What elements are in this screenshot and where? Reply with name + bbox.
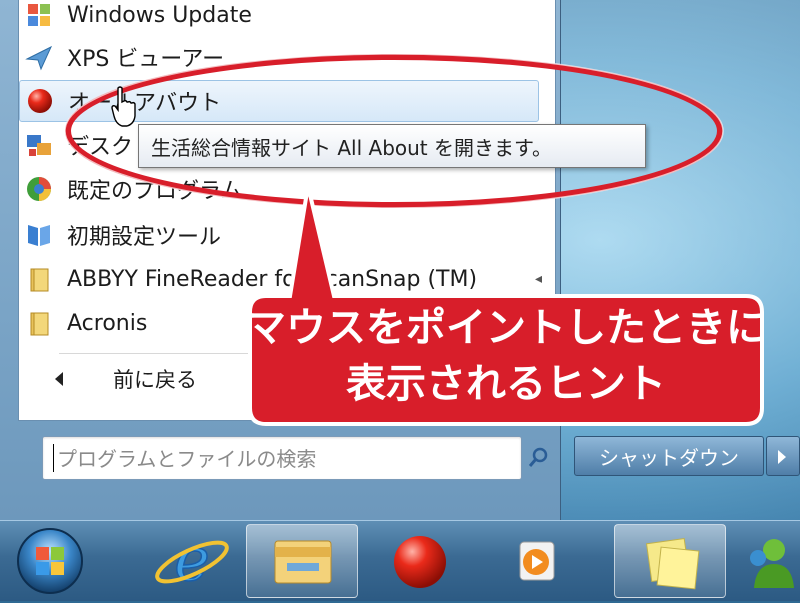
shutdown-label: シャットダウン — [599, 445, 739, 470]
taskbar-item-media-player[interactable] — [480, 524, 592, 598]
media-player-icon — [519, 541, 555, 581]
program-label: Acronis — [67, 310, 148, 336]
back-label: 前に戻る — [113, 368, 197, 392]
taskbar-item-allabout[interactable] — [364, 524, 476, 598]
folder-icon — [25, 265, 53, 293]
tooltip-text: 生活総合情報サイト All About を開きます。 — [151, 135, 552, 160]
messenger-icon — [750, 539, 794, 588]
search-icon[interactable] — [527, 447, 549, 469]
shutdown-button[interactable]: シャットダウン — [574, 436, 764, 476]
callout-line-2: 表示されるヒント — [346, 361, 666, 407]
windows-explorer-icon — [274, 540, 332, 584]
taskbar-item-messenger[interactable] — [734, 524, 800, 598]
tooltip: 生活総合情報サイト All About を開きます。 — [138, 124, 646, 168]
text-caret — [53, 444, 54, 472]
internet-explorer-icon: e — [155, 524, 229, 596]
search-box[interactable] — [42, 436, 548, 480]
shutdown-options-button[interactable] — [766, 436, 800, 476]
desktop-gadget-icon — [25, 131, 53, 159]
sticky-notes-icon — [645, 537, 700, 590]
folder-icon — [25, 309, 53, 337]
back-arrow-icon — [55, 372, 63, 386]
svg-text:e: e — [174, 525, 210, 595]
callout-line-1: マウスをポイントしたときに — [246, 305, 766, 351]
taskbar-item-sticky-notes[interactable] — [614, 524, 726, 598]
xps-viewer-icon — [25, 43, 53, 71]
hand-cursor-icon — [111, 86, 136, 127]
program-label: Windows Update — [67, 2, 252, 28]
search-input[interactable] — [55, 443, 469, 475]
program-item-windows-update[interactable]: Windows Update — [19, 0, 539, 36]
setup-tool-icon — [25, 221, 53, 249]
red-ball-icon — [394, 536, 446, 588]
taskbar-item-ie[interactable]: e — [136, 524, 248, 598]
program-label: 初期設定ツール — [67, 225, 222, 250]
annotation-callout-text: マウスをポイントしたときに 表示されるヒント — [246, 300, 766, 412]
taskbar: e — [0, 520, 800, 601]
red-ball-icon — [26, 87, 54, 115]
taskbar-item-explorer[interactable] — [246, 524, 358, 598]
chevron-right-icon — [778, 450, 786, 464]
windows-update-icon — [25, 1, 53, 29]
default-programs-icon — [25, 175, 53, 203]
start-orb-icon[interactable] — [14, 525, 86, 597]
